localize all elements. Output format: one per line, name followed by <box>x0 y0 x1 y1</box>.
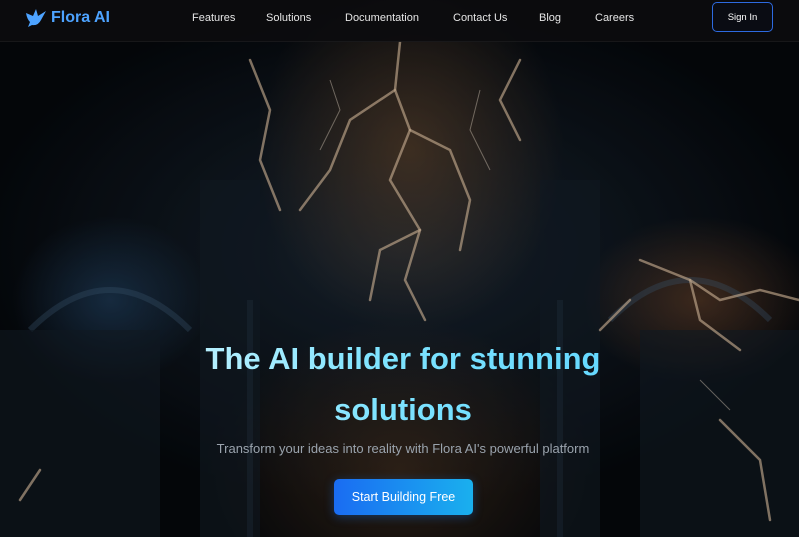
top-navbar: Flora AI Features Solutions Documentatio… <box>0 0 799 42</box>
hero-headline-line-2: solutions <box>334 392 472 427</box>
nav-link-documentation[interactable]: Documentation <box>345 11 419 25</box>
nav-link-careers[interactable]: Careers <box>595 11 634 25</box>
nav-link-solutions[interactable]: Solutions <box>266 11 311 25</box>
start-building-free-button[interactable]: Start Building Free <box>334 479 473 515</box>
brand-logo[interactable]: Flora AI <box>24 7 110 29</box>
nav-link-blog[interactable]: Blog <box>539 11 561 25</box>
sign-in-button[interactable]: Sign In <box>712 2 773 32</box>
hero-headline: The AI builder for stunning solutions <box>150 333 656 435</box>
nav-link-features[interactable]: Features <box>192 11 235 25</box>
bird-icon <box>26 9 46 27</box>
hero-subtitle: Transform your ideas into reality with F… <box>216 441 590 456</box>
hero-headline-line-1: The AI builder for stunning <box>205 341 601 376</box>
brand-name: Flora AI <box>51 9 110 26</box>
nav-link-contact-us[interactable]: Contact Us <box>453 11 507 25</box>
